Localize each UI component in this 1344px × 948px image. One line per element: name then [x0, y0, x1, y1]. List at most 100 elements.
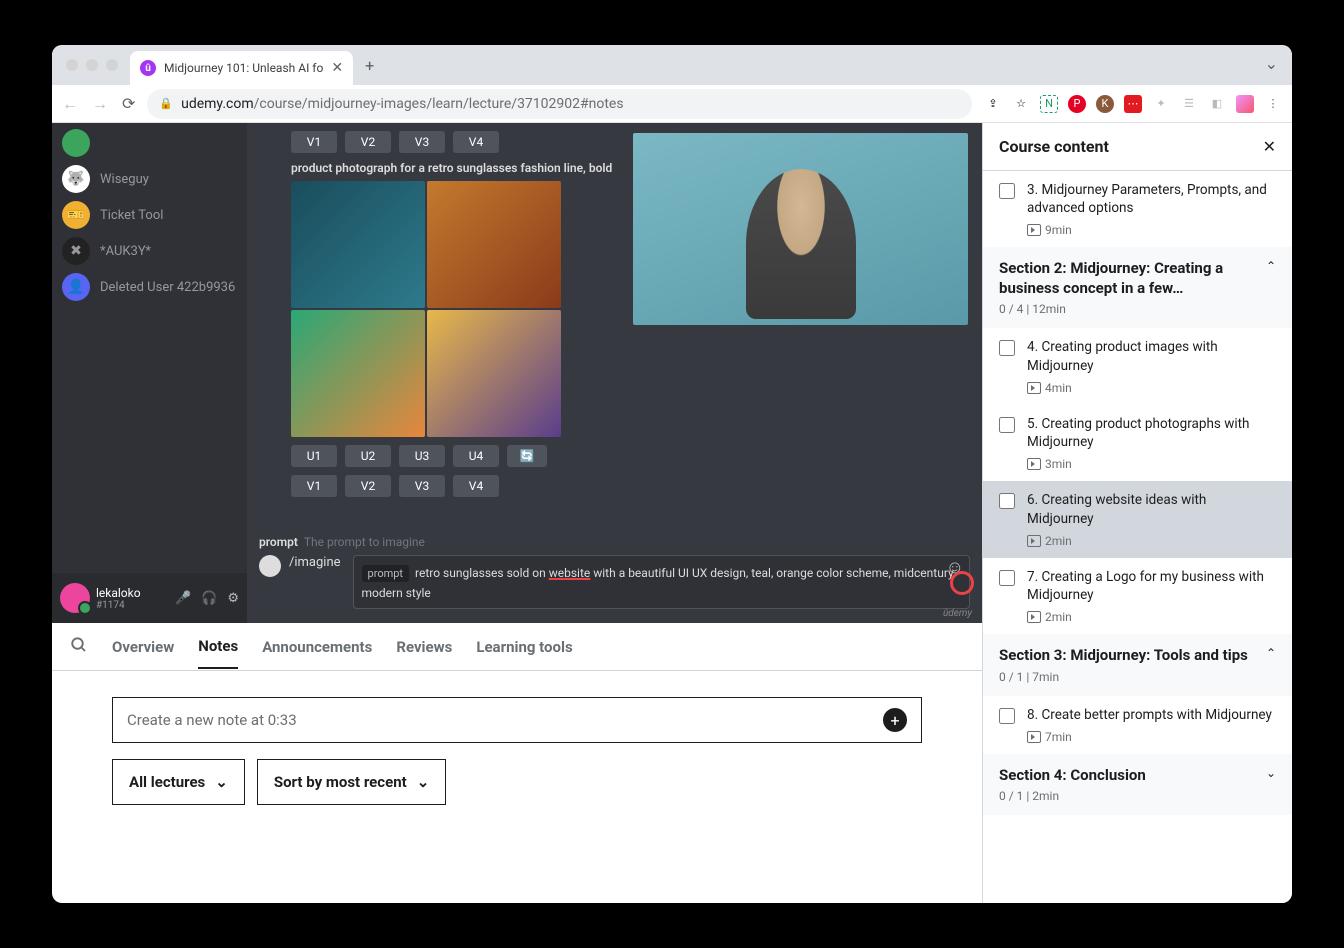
variation-button[interactable]: V1 [291, 475, 337, 497]
member-item[interactable]: 🎫Ticket Tool [52, 197, 247, 233]
share-icon[interactable]: ⇪ [984, 95, 1002, 113]
upscale-button[interactable]: U4 [453, 445, 499, 467]
lesson-checkbox[interactable] [999, 183, 1015, 199]
filter-lectures-dropdown[interactable]: All lectures ⌄ [112, 759, 245, 805]
browser-tab[interactable]: û Midjourney 101: Unleash AI fo ✕ [130, 51, 353, 85]
lesson-title: 3. Midjourney Parameters, Prompts, and a… [1027, 181, 1276, 217]
user-avatar[interactable] [60, 583, 90, 613]
video-icon [1027, 382, 1041, 394]
close-tab-icon[interactable]: ✕ [331, 60, 343, 76]
tab-overflow-icon[interactable]: ⌄ [1265, 54, 1278, 73]
extension-red-icon[interactable]: ⋯ [1124, 95, 1142, 113]
extension-icons: ⇪ ☆ N P K ⋯ ✦ ☰ ◧ ⋮ [984, 95, 1282, 113]
side-panel-icon[interactable]: ◧ [1208, 95, 1226, 113]
lesson-checkbox[interactable] [999, 570, 1015, 586]
tab-learning-tools[interactable]: Learning tools [476, 626, 572, 668]
url-domain: udemy.com [181, 96, 254, 112]
settings-gear-icon[interactable]: ⚙ [227, 591, 239, 606]
video-icon [1027, 731, 1041, 743]
lesson-item[interactable]: 3. Midjourney Parameters, Prompts, and a… [983, 171, 1292, 247]
prompt-input[interactable]: promptretro sunglasses sold on website w… [353, 555, 970, 609]
url-path: /course/midjourney-images/learn/lecture/… [254, 96, 624, 112]
member-item[interactable] [52, 125, 247, 161]
lesson-item[interactable]: 6. Creating website ideas with Midjourne… [983, 481, 1292, 557]
variation-button[interactable]: V3 [399, 131, 445, 153]
tab-announcements[interactable]: Announcements [262, 626, 372, 668]
variation-button[interactable]: V3 [399, 475, 445, 497]
variation-button[interactable]: V1 [291, 131, 337, 153]
upscale-button[interactable]: U1 [291, 445, 337, 467]
discord-user-panel: lekaloko #1174 🎤 🎧 ⚙ [52, 573, 247, 623]
discord-member-list: 🐺Wiseguy 🎫Ticket Tool ✖*AUK3Y* 👤Deleted … [52, 123, 247, 623]
upscale-button[interactable]: U3 [399, 445, 445, 467]
reroll-button[interactable]: 🔄 [507, 445, 547, 467]
add-note-button[interactable]: + [883, 708, 907, 732]
lesson-checkbox[interactable] [999, 493, 1015, 509]
tab-title: Midjourney 101: Unleash AI fo [164, 61, 323, 75]
extensions-puzzle-icon[interactable]: ✦ [1152, 95, 1170, 113]
search-icon[interactable] [70, 636, 88, 658]
section-header[interactable]: Section 2: Midjourney: Creating a busine… [983, 247, 1292, 328]
back-button[interactable]: ← [62, 94, 78, 114]
new-tab-button[interactable]: + [365, 56, 374, 75]
headphones-icon[interactable]: 🎧 [201, 591, 217, 606]
midjourney-grid[interactable] [291, 181, 561, 437]
bookmark-icon[interactable]: ☆ [1012, 95, 1030, 113]
section-title: Section 3: Midjourney: Tools and tips [999, 646, 1248, 666]
reload-button[interactable]: ⟳ [122, 94, 135, 114]
lesson-item[interactable]: 4. Creating product images with Midjourn… [983, 328, 1292, 404]
lesson-item[interactable]: 5. Creating product photographs with Mid… [983, 405, 1292, 481]
lesson-duration: 4min [1045, 381, 1072, 395]
lesson-checkbox[interactable] [999, 708, 1015, 724]
filter-sort-dropdown[interactable]: Sort by most recent ⌄ [257, 759, 446, 805]
tab-reviews[interactable]: Reviews [396, 626, 452, 668]
profile-avatar[interactable] [1236, 95, 1254, 113]
section-header[interactable]: Section 3: Midjourney: Tools and tips⌃0 … [983, 634, 1292, 696]
lesson-title: 5. Creating product photographs with Mid… [1027, 415, 1276, 451]
variation-button[interactable]: V4 [453, 131, 499, 153]
video-icon [1027, 458, 1041, 470]
prompt-hint: The prompt to imagine [304, 535, 425, 549]
variation-button[interactable]: V4 [453, 475, 499, 497]
upscale-button[interactable]: U2 [345, 445, 391, 467]
note-placeholder: Create a new note at 0:33 [127, 711, 297, 729]
video-player[interactable]: 🐺Wiseguy 🎫Ticket Tool ✖*AUK3Y* 👤Deleted … [52, 123, 982, 623]
extension-n-icon[interactable]: N [1040, 95, 1058, 113]
chevron-up-icon: ⌃ [1266, 259, 1276, 273]
tab-overview[interactable]: Overview [112, 626, 174, 668]
extension-k-icon[interactable]: K [1096, 95, 1114, 113]
address-bar[interactable]: 🔒 udemy.com/course/midjourney-images/lea… [147, 89, 972, 119]
section-meta: 0 / 1 | 2min [999, 789, 1276, 803]
variation-button[interactable]: V2 [345, 131, 391, 153]
lesson-item[interactable]: 8. Create better prompts with Midjourney… [983, 696, 1292, 754]
lesson-title: 8. Create better prompts with Midjourney [1027, 706, 1276, 724]
chevron-down-icon: ⌄ [215, 773, 228, 791]
member-item[interactable]: 🐺Wiseguy [52, 161, 247, 197]
lesson-item[interactable]: 7. Creating a Logo for my business with … [983, 558, 1292, 634]
lesson-checkbox[interactable] [999, 340, 1015, 356]
pinterest-icon[interactable]: P [1068, 95, 1086, 113]
window-controls[interactable] [66, 59, 118, 71]
tab-notes[interactable]: Notes [198, 625, 238, 669]
chevron-up-icon: ⌃ [1266, 646, 1276, 660]
member-item[interactable]: ✖*AUK3Y* [52, 233, 247, 269]
new-note-input[interactable]: Create a new note at 0:33 + [112, 697, 922, 743]
section-title: Section 4: Conclusion [999, 766, 1146, 786]
discriminator: #1174 [96, 600, 141, 611]
lesson-duration: 9min [1045, 223, 1072, 237]
chevron-down-icon: ⌄ [1266, 766, 1276, 780]
course-content-title: Course content [999, 137, 1109, 156]
close-sidebar-button[interactable]: ✕ [1263, 137, 1276, 156]
variation-button[interactable]: V2 [345, 475, 391, 497]
username: lekaloko [96, 586, 141, 600]
member-item[interactable]: 👤Deleted User 422b9936 [52, 269, 247, 305]
mic-icon[interactable]: 🎤 [175, 591, 191, 606]
prompt-label: prompt [259, 535, 298, 549]
section-header[interactable]: Section 4: Conclusion ⌄ 0 / 1 | 2min [983, 754, 1292, 816]
reading-list-icon[interactable]: ☰ [1180, 95, 1198, 113]
prompt-tag: prompt [362, 565, 410, 582]
lesson-checkbox[interactable] [999, 417, 1015, 433]
chrome-menu-icon[interactable]: ⋮ [1264, 95, 1282, 113]
bot-avatar [259, 555, 281, 577]
browser-tab-strip: û Midjourney 101: Unleash AI fo ✕ + ⌄ [52, 45, 1292, 85]
